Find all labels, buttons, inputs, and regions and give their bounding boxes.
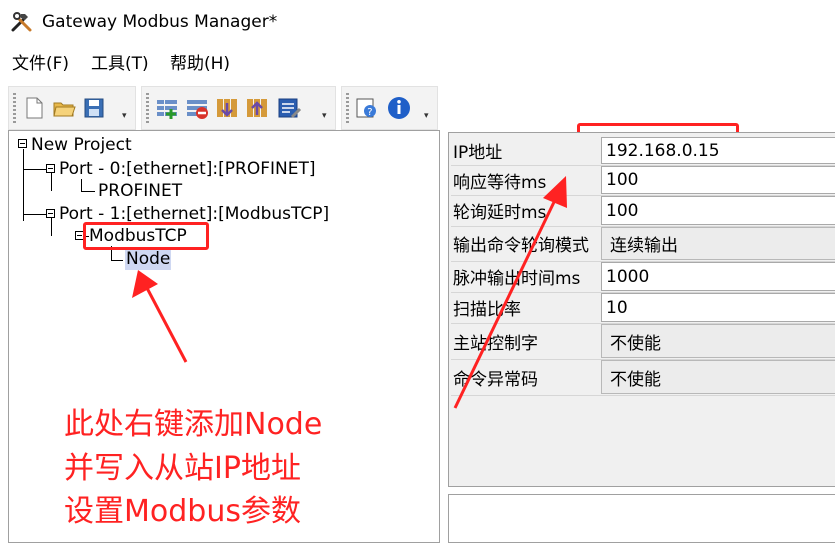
tree-collapse-toggle[interactable] <box>46 164 55 173</box>
toolbar-help: ? ▾ <box>341 86 438 130</box>
menu-help[interactable]: 帮助(H) <box>168 52 232 76</box>
property-row: 轮询延时ms 100 <box>451 195 835 227</box>
ip-address-field[interactable]: 192.168.0.15 <box>601 137 835 164</box>
property-label: IP地址 <box>453 143 503 163</box>
toolbar-overflow-icon[interactable]: ▾ <box>424 111 429 121</box>
toolbar-grip[interactable] <box>146 93 149 123</box>
scan-ratio-field[interactable]: 10 <box>601 293 835 322</box>
property-label: 响应等待ms <box>453 172 547 193</box>
response-wait-field[interactable]: 100 <box>601 166 835 194</box>
toolbar-file: ▾ <box>8 86 136 130</box>
highlight-modbustcp <box>83 222 209 250</box>
title-bar: Gateway Modbus Manager* <box>0 0 835 44</box>
add-item-icon[interactable] <box>154 95 180 121</box>
svg-text:?: ? <box>367 107 372 118</box>
command-error-code-select[interactable]: 不使能 <box>601 360 835 394</box>
window-title: Gateway Modbus Manager* <box>42 12 278 32</box>
tree-collapse-toggle[interactable] <box>18 139 27 148</box>
open-folder-icon[interactable] <box>51 95 77 121</box>
tree-item-new-project[interactable]: New Project <box>31 134 132 156</box>
property-label: 扫描比率 <box>453 300 521 320</box>
property-label: 命令异常码 <box>453 369 538 390</box>
tree-item-port-0[interactable]: Port - 0:[ethernet]:[PROFINET] <box>59 158 315 180</box>
save-icon[interactable] <box>81 95 107 121</box>
property-row: 主站控制字 不使能 <box>451 323 835 360</box>
upload-icon[interactable] <box>244 95 270 121</box>
property-label: 轮询延时ms <box>453 203 547 223</box>
tree-item-profinet[interactable]: PROFINET <box>98 180 182 202</box>
tree-connector <box>81 179 82 191</box>
properties-panel: IP地址 192.168.0.15 响应等待ms 100 轮询延时ms 100 … <box>448 132 835 487</box>
new-file-icon[interactable] <box>21 95 47 121</box>
tree-connector <box>111 260 123 261</box>
tree-item-node[interactable]: Node <box>125 248 172 270</box>
toolbar-grip[interactable] <box>13 93 16 123</box>
tools-app-icon <box>11 12 32 32</box>
master-control-word-select[interactable]: 不使能 <box>601 324 835 358</box>
poll-delay-field[interactable]: 100 <box>601 196 835 225</box>
property-row: 输出命令轮询模式 连续输出 <box>451 226 835 262</box>
toolbar-overflow-icon[interactable]: ▾ <box>122 111 127 121</box>
annotation-line-1: 此处右键添加Node <box>64 407 323 442</box>
pulse-output-time-field[interactable]: 1000 <box>601 262 835 291</box>
annotation-line-2: 并写入从站IP地址 <box>64 451 301 486</box>
property-row: 命令异常码 不使能 <box>451 359 835 396</box>
menu-tools[interactable]: 工具(T) <box>89 52 151 76</box>
toolbar-edit: ▾ <box>141 86 336 130</box>
tree-collapse-toggle[interactable] <box>46 209 55 218</box>
help-search-icon[interactable]: ? <box>354 95 380 121</box>
menu-bar: 文件(F) 工具(T) 帮助(H) <box>0 50 835 80</box>
property-row: 脉冲输出时间ms 1000 <box>451 261 835 293</box>
property-row: IP地址 192.168.0.15 <box>451 136 835 166</box>
menu-file[interactable]: 文件(F) <box>10 52 71 76</box>
annotation-line-3: 设置Modbus参数 <box>64 494 301 529</box>
property-label: 主站控制字 <box>453 333 538 354</box>
description-panel <box>448 494 835 543</box>
download-icon[interactable] <box>214 95 240 121</box>
tree-connector <box>81 191 95 192</box>
property-label: 输出命令轮询模式 <box>453 236 589 256</box>
edit-icon[interactable] <box>276 95 302 121</box>
info-icon[interactable] <box>386 95 412 121</box>
toolbar-grip[interactable] <box>346 93 349 123</box>
property-label: 脉冲输出时间ms <box>453 269 581 289</box>
property-row: 扫描比率 10 <box>451 292 835 324</box>
output-poll-mode-select[interactable]: 连续输出 <box>601 227 835 260</box>
toolbar-overflow-icon[interactable]: ▾ <box>322 111 327 121</box>
remove-item-icon[interactable] <box>184 95 210 121</box>
property-row: 响应等待ms 100 <box>451 165 835 196</box>
tree-connector <box>23 149 24 221</box>
